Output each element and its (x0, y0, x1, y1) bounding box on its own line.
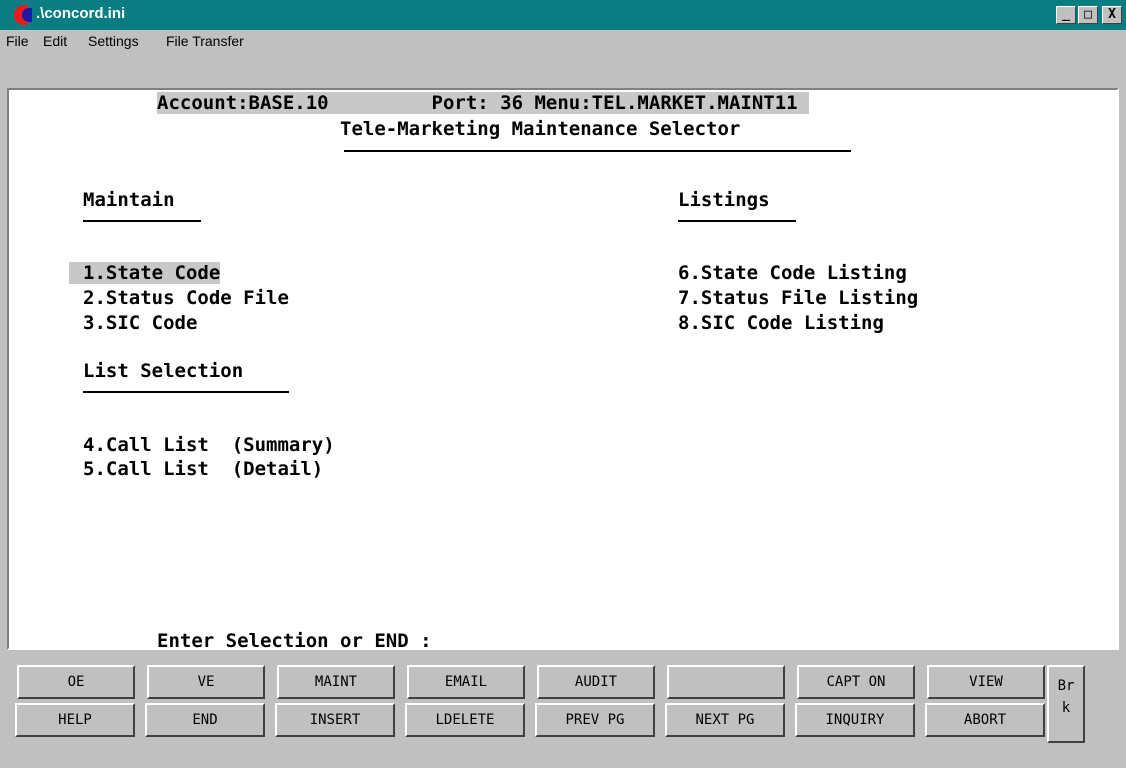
menu-edit[interactable]: Edit (43, 33, 67, 49)
title-underline (344, 150, 851, 152)
menu-option-3[interactable]: 3.SIC Code (83, 312, 197, 334)
fkey-abort[interactable]: ABORT (925, 703, 1045, 737)
break-key-line1: Br (1057, 678, 1075, 694)
fkey-email[interactable]: EMAIL (407, 665, 525, 699)
selection-prompt[interactable]: Enter Selection or END : (157, 630, 432, 648)
fkey-inquiry[interactable]: INQUIRY (795, 703, 915, 737)
function-key-panel: OE VE MAINT EMAIL AUDIT CAPT ON VIEW HEL… (0, 650, 1126, 768)
menu-option-1[interactable]: 1.State Code (69, 262, 221, 284)
fkey-maint[interactable]: MAINT (277, 665, 395, 699)
maximize-button[interactable]: □ (1078, 6, 1098, 24)
close-button[interactable]: X (1102, 6, 1122, 24)
header-line: Account:BASE.10 Port: 36 Menu:TEL.MARKET… (157, 92, 810, 114)
menu-settings[interactable]: Settings (88, 33, 139, 49)
fkey-next-pg[interactable]: NEXT PG (665, 703, 785, 737)
menu-option-4[interactable]: 4.Call List (Summary) (83, 434, 335, 456)
minimize-button[interactable]: _ (1056, 6, 1076, 24)
listings-heading: Listings (678, 189, 770, 211)
break-key[interactable]: Br k (1047, 665, 1085, 743)
menu-option-6[interactable]: 6.State Code Listing (678, 262, 907, 284)
menu-file-transfer[interactable]: File Transfer (166, 33, 244, 49)
fkey-ve[interactable]: VE (147, 665, 265, 699)
fkey-oe[interactable]: OE (17, 665, 135, 699)
fkey-end[interactable]: END (145, 703, 265, 737)
fkey-audit[interactable]: AUDIT (537, 665, 655, 699)
menu-option-2[interactable]: 2.Status Code File (83, 287, 289, 309)
fkey-view[interactable]: VIEW (927, 665, 1045, 699)
fkey-help[interactable]: HELP (15, 703, 135, 737)
fkey-blank[interactable] (667, 665, 785, 699)
menu-option-7[interactable]: 7.Status File Listing (678, 287, 918, 309)
menu-option-8[interactable]: 8.SIC Code Listing (678, 312, 884, 334)
fkey-prev-pg[interactable]: PREV PG (535, 703, 655, 737)
menu-option-5[interactable]: 5.Call List (Detail) (83, 458, 323, 480)
menu-bar: File Edit Settings File Transfer (0, 30, 1126, 54)
break-key-line2: k (1061, 700, 1071, 716)
window-title: .\concord.ini (36, 5, 126, 22)
list-selection-underline (83, 391, 289, 393)
screen-title: Tele-Marketing Maintenance Selector (340, 118, 741, 140)
terminal-screen[interactable]: Account:BASE.10 Port: 36 Menu:TEL.MARKET… (7, 88, 1119, 650)
list-selection-heading: List Selection (83, 360, 244, 382)
title-bar: .\concord.ini _ □ X (0, 0, 1126, 30)
menu-file[interactable]: File (6, 33, 29, 49)
fkey-ldelete[interactable]: LDELETE (405, 703, 525, 737)
app-icon[interactable] (14, 5, 32, 25)
listings-underline (678, 220, 796, 222)
fkey-insert[interactable]: INSERT (275, 703, 395, 737)
maintain-underline (83, 220, 201, 222)
fkey-capt-on[interactable]: CAPT ON (797, 665, 915, 699)
maintain-heading: Maintain (83, 189, 175, 211)
